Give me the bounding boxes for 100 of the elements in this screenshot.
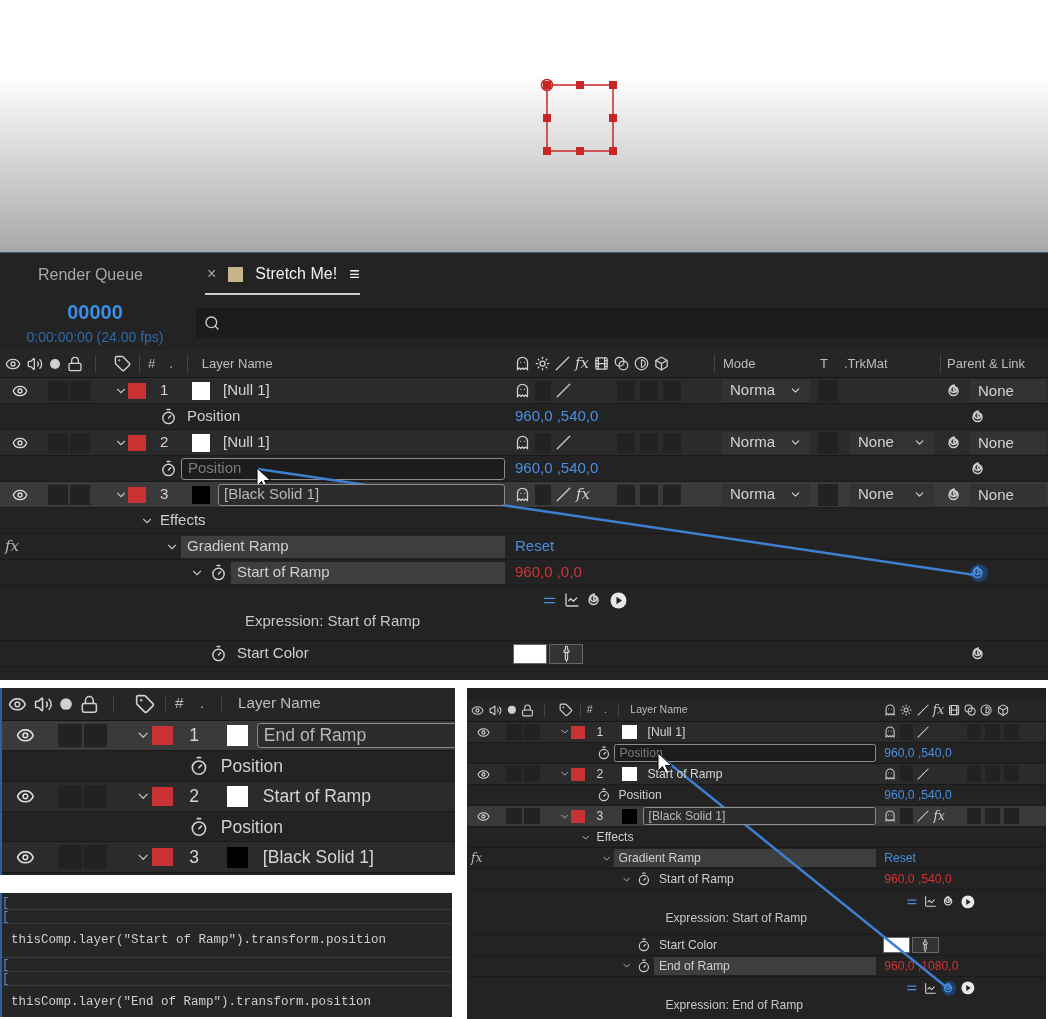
fx-switch-header[interactable]: fx bbox=[575, 352, 589, 375]
property-name-field[interactable]: Position bbox=[613, 744, 877, 762]
stopwatch-icon[interactable] bbox=[637, 959, 651, 973]
label-color-box[interactable] bbox=[128, 434, 146, 451]
layer-name-field[interactable]: End of Ramp bbox=[257, 722, 455, 749]
play-icon[interactable] bbox=[961, 894, 975, 909]
expression-code[interactable]: thisComp.layer("Start of Ramp").transform.position bbox=[11, 931, 387, 950]
layer-name[interactable]: [Black Solid 1] bbox=[257, 844, 380, 870]
property-name[interactable]: Start of Ramp bbox=[654, 870, 739, 889]
switch-box[interactable] bbox=[617, 484, 635, 505]
graph-icon[interactable] bbox=[564, 592, 580, 608]
layer-name[interactable]: [Null 1] bbox=[643, 723, 690, 741]
dot-icon[interactable] bbox=[49, 357, 61, 370]
switch-box[interactable] bbox=[70, 484, 90, 505]
eye-icon[interactable] bbox=[16, 726, 35, 745]
slash-icon[interactable] bbox=[556, 487, 571, 502]
null-layer-bounding-box[interactable] bbox=[540, 78, 620, 158]
panel-menu-button[interactable]: ≡ bbox=[349, 260, 360, 288]
slash-icon[interactable] bbox=[556, 435, 571, 450]
layer-name[interactable]: [Null 1] bbox=[218, 379, 275, 402]
dot-icon[interactable] bbox=[506, 705, 517, 715]
mode-dropdown[interactable]: Norma bbox=[722, 483, 810, 506]
label-color-box[interactable] bbox=[151, 786, 173, 806]
mode-dropdown[interactable]: Norma bbox=[722, 379, 810, 402]
switch-box[interactable] bbox=[818, 483, 838, 506]
effect-name[interactable]: Gradient Ramp bbox=[613, 849, 877, 868]
slash-icon[interactable] bbox=[917, 768, 930, 781]
slash-icon[interactable] bbox=[917, 810, 930, 823]
track-matte-dropdown[interactable]: None bbox=[850, 483, 934, 506]
switch-box[interactable] bbox=[640, 484, 658, 505]
speaker-icon[interactable] bbox=[33, 694, 53, 714]
label-color-box[interactable] bbox=[128, 486, 146, 503]
ghost-icon[interactable] bbox=[884, 768, 897, 781]
tab[interactable]: × Stretch Me! ≡ bbox=[204, 259, 360, 295]
eye-icon[interactable] bbox=[476, 809, 490, 823]
property-name[interactable]: Position bbox=[181, 405, 247, 428]
fx-switch-header[interactable]: fx bbox=[932, 701, 945, 720]
lock-icon[interactable] bbox=[67, 355, 83, 372]
close-tab-button[interactable]: × bbox=[204, 262, 217, 286]
search-field[interactable] bbox=[196, 307, 1048, 338]
parent-dropdown[interactable]: None bbox=[970, 379, 1046, 402]
label-color-box[interactable] bbox=[570, 725, 586, 739]
parent-dropdown[interactable]: None bbox=[970, 431, 1046, 454]
layer-name[interactable]: [Null 1] bbox=[218, 431, 275, 454]
pick-whip-icon[interactable] bbox=[970, 563, 988, 582]
property-name[interactable]: End of Ramp bbox=[654, 957, 877, 975]
layer-row[interactable]: 2 Start of Ramp bbox=[2, 781, 455, 812]
tag-icon[interactable] bbox=[114, 355, 131, 372]
film-icon[interactable] bbox=[594, 356, 609, 371]
property-name[interactable]: Start Color bbox=[231, 642, 315, 665]
slash-icon[interactable] bbox=[917, 725, 930, 739]
property-value[interactable]: 960,0 ,540,0 bbox=[877, 743, 952, 763]
property-value[interactable]: 960,0 ,540,0 bbox=[877, 786, 952, 805]
graph-icon[interactable] bbox=[923, 895, 937, 909]
ghost-icon[interactable] bbox=[884, 725, 897, 739]
track-matte-dropdown[interactable]: None bbox=[850, 431, 934, 454]
label-color-box[interactable] bbox=[128, 382, 146, 399]
layer-row[interactable]: 3 [Black Solid 1] bbox=[2, 842, 455, 873]
cube-icon[interactable] bbox=[996, 704, 1009, 717]
switch-box[interactable] bbox=[663, 484, 681, 505]
switch-box[interactable] bbox=[523, 808, 540, 825]
parent-dropdown[interactable]: None bbox=[970, 483, 1046, 506]
switch-box[interactable] bbox=[1003, 808, 1019, 825]
ghost-icon[interactable] bbox=[515, 435, 530, 450]
graph-icon[interactable] bbox=[923, 981, 937, 995]
speaker-icon[interactable] bbox=[27, 355, 43, 372]
layer-row[interactable]: 1 [Null 1] Norma None bbox=[0, 378, 1048, 404]
lock-icon[interactable] bbox=[80, 694, 100, 714]
lock-icon[interactable] bbox=[521, 703, 535, 717]
eye-icon[interactable] bbox=[476, 725, 490, 739]
blend-icon[interactable] bbox=[964, 704, 977, 717]
stopwatch-icon[interactable] bbox=[210, 564, 227, 581]
eye-icon[interactable] bbox=[476, 767, 490, 781]
layer-name-field[interactable]: [Black Solid 1] bbox=[218, 483, 505, 506]
reset-link[interactable]: Reset bbox=[877, 849, 916, 868]
ghost-icon[interactable] bbox=[515, 356, 530, 371]
switch-box[interactable] bbox=[966, 808, 982, 825]
property-name[interactable]: Position bbox=[213, 813, 291, 840]
effect-name[interactable]: Gradient Ramp bbox=[181, 535, 505, 558]
reset-link[interactable]: Reset bbox=[507, 535, 555, 558]
label-color-box[interactable] bbox=[151, 847, 173, 867]
stopwatch-icon[interactable] bbox=[160, 408, 177, 425]
timecode[interactable]: 00000 bbox=[67, 297, 123, 327]
switch-box[interactable] bbox=[58, 723, 82, 748]
play-icon[interactable] bbox=[961, 981, 975, 996]
switch-box[interactable] bbox=[505, 808, 523, 825]
pick-whip-icon[interactable] bbox=[941, 981, 957, 996]
eyedropper-button[interactable] bbox=[911, 936, 940, 954]
dot-icon[interactable] bbox=[59, 696, 74, 711]
switch-box[interactable] bbox=[900, 808, 914, 825]
switch-box[interactable] bbox=[535, 484, 551, 505]
contrast-icon[interactable] bbox=[634, 356, 649, 371]
sun-icon[interactable] bbox=[535, 356, 550, 371]
film-icon[interactable] bbox=[948, 704, 961, 717]
property-name[interactable]: Start Color bbox=[654, 936, 722, 954]
ghost-icon[interactable] bbox=[515, 487, 530, 502]
property-name[interactable]: Position bbox=[613, 786, 667, 805]
stopwatch-icon[interactable] bbox=[210, 645, 227, 662]
eye-icon[interactable] bbox=[471, 703, 484, 717]
label-color-box[interactable] bbox=[151, 726, 173, 745]
